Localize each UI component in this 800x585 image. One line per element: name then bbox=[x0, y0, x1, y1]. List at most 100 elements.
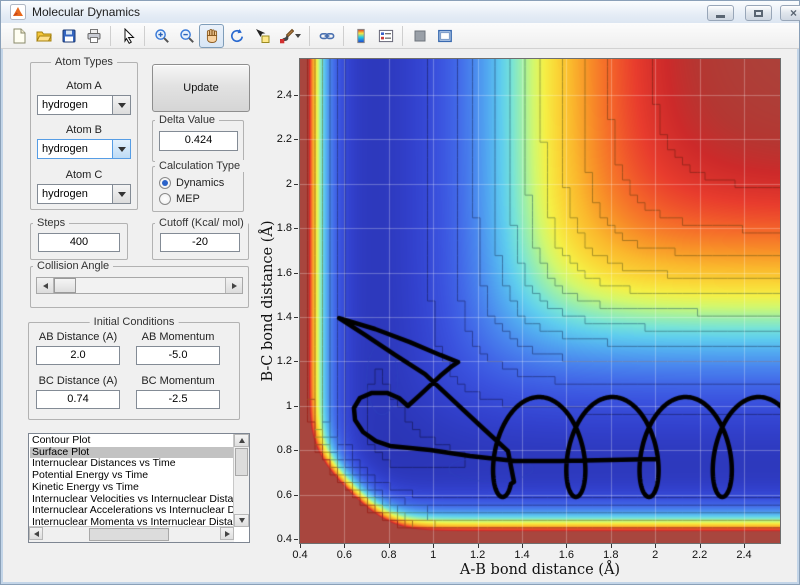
atom-b-label: Atom B bbox=[65, 124, 103, 136]
bc-momentum-field[interactable]: -2.5 bbox=[136, 390, 220, 409]
y-tick bbox=[294, 450, 298, 451]
slider-right-arrow[interactable] bbox=[225, 278, 242, 293]
atom-a-combo[interactable]: hydrogen bbox=[37, 95, 131, 115]
edit-plot-arrow-icon bbox=[124, 27, 135, 44]
x-tick-label: 1.8 bbox=[603, 549, 619, 561]
hide-plot-tools-icon bbox=[414, 30, 425, 41]
y-tick bbox=[294, 139, 298, 140]
open-file-icon bbox=[35, 31, 52, 41]
cutoff-title: Cutoff (Kcal/ mol) bbox=[155, 217, 248, 229]
y-tick bbox=[294, 95, 298, 96]
data-cursor-icon bbox=[255, 28, 269, 43]
y-tick bbox=[294, 184, 298, 185]
chevron-down-icon[interactable] bbox=[112, 95, 131, 115]
new-figure-button[interactable] bbox=[6, 24, 31, 48]
bc-momentum-label: BC Momentum bbox=[141, 375, 215, 387]
x-tick bbox=[478, 544, 479, 548]
ab-momentum-field[interactable]: -5.0 bbox=[136, 346, 220, 365]
chevron-down-icon[interactable] bbox=[295, 33, 301, 38]
maximize-icon bbox=[754, 10, 763, 17]
data-cursor-button[interactable] bbox=[249, 24, 274, 48]
slider-left-arrow[interactable] bbox=[37, 278, 54, 293]
rotate-3d-button[interactable] bbox=[224, 24, 249, 48]
x-tick-label: 2.4 bbox=[736, 549, 752, 561]
matlab-figure-icon bbox=[10, 4, 26, 20]
scroll-up-icon[interactable] bbox=[234, 434, 249, 447]
horizontal-scrollbar[interactable] bbox=[29, 526, 234, 542]
pan-hand-button[interactable] bbox=[199, 23, 224, 48]
atom-c-value: hydrogen bbox=[37, 184, 112, 204]
radio-mep[interactable]: MEP bbox=[159, 193, 200, 205]
ab-distance-field[interactable]: 2.0 bbox=[36, 346, 120, 365]
y-tick bbox=[294, 539, 298, 540]
y-tick-label: 0.8 bbox=[276, 444, 292, 457]
window-title: Molecular Dynamics bbox=[32, 5, 141, 19]
zoom-out-button[interactable] bbox=[174, 24, 199, 48]
plot-type-list-rows: Contour Plot Surface Plot Internuclear Dis… bbox=[30, 435, 233, 526]
chevron-down-icon[interactable] bbox=[112, 184, 131, 204]
ab-momentum-label: AB Momentum bbox=[141, 331, 215, 343]
cutoff-field[interactable]: -20 bbox=[160, 233, 240, 252]
list-item[interactable]: Internuclear Momenta vs Internuclear Dis… bbox=[30, 516, 233, 526]
app-window: Molecular Dynamics × Atom Types Atom A h… bbox=[0, 0, 800, 585]
x-tick-label: 1.6 bbox=[558, 549, 575, 561]
x-tick-label: 0.8 bbox=[381, 549, 397, 561]
initial-conditions-title: Initial Conditions bbox=[89, 316, 179, 328]
x-tick-label: 1.4 bbox=[514, 549, 530, 561]
save-figure-button[interactable] bbox=[56, 24, 81, 48]
hscroll-thumb[interactable] bbox=[89, 528, 169, 541]
atom-b-combo[interactable]: hydrogen bbox=[37, 139, 131, 159]
list-item[interactable]: Kinetic Energy vs Time bbox=[30, 481, 233, 494]
collision-angle-slider[interactable] bbox=[36, 277, 243, 294]
y-tick bbox=[294, 273, 298, 274]
maximize-button[interactable] bbox=[745, 5, 772, 21]
vscroll-thumb[interactable] bbox=[235, 448, 248, 476]
atom-c-combo[interactable]: hydrogen bbox=[37, 184, 131, 204]
link-plots-button[interactable] bbox=[314, 24, 339, 48]
x-tick bbox=[433, 544, 434, 548]
minimize-button[interactable] bbox=[707, 5, 734, 21]
figure-toolbar bbox=[1, 23, 799, 49]
brush-data-button[interactable] bbox=[274, 24, 305, 48]
delta-value-field[interactable]: 0.424 bbox=[159, 131, 238, 151]
edit-plot-arrow-button[interactable] bbox=[115, 24, 140, 48]
calculation-type-title: Calculation Type bbox=[155, 160, 245, 172]
y-tick bbox=[294, 495, 298, 496]
print-figure-icon bbox=[87, 28, 100, 43]
x-axis-label: A-B bond distance (Å) bbox=[459, 562, 621, 578]
bc-distance-field[interactable]: 0.74 bbox=[36, 390, 120, 409]
steps-field[interactable]: 400 bbox=[38, 233, 120, 252]
show-plot-tools-button[interactable] bbox=[432, 24, 457, 48]
scroll-left-icon[interactable] bbox=[29, 527, 43, 540]
x-tick-label: 0.6 bbox=[336, 549, 353, 561]
link-plots-icon bbox=[319, 32, 334, 39]
close-button[interactable]: × bbox=[780, 5, 800, 21]
y-tick bbox=[294, 228, 298, 229]
y-tick-label: 0.4 bbox=[276, 533, 292, 545]
open-file-button[interactable] bbox=[31, 24, 56, 48]
zoom-in-icon bbox=[154, 28, 169, 43]
insert-legend-button[interactable] bbox=[373, 24, 398, 48]
y-tick-label: 1 bbox=[285, 399, 292, 412]
pes-contour-plot[interactable] bbox=[300, 59, 780, 543]
scroll-right-icon[interactable] bbox=[220, 527, 234, 540]
atom-a-value: hydrogen bbox=[37, 95, 112, 115]
radio-dynamics[interactable]: Dynamics bbox=[159, 177, 224, 189]
hide-plot-tools-button[interactable] bbox=[407, 24, 432, 48]
scroll-down-icon[interactable] bbox=[234, 514, 249, 527]
update-button[interactable]: Update bbox=[152, 64, 250, 112]
minimize-icon bbox=[716, 15, 725, 18]
chevron-down-icon[interactable] bbox=[112, 139, 131, 159]
plot-type-listbox[interactable]: Contour Plot Surface Plot Internuclear Dis… bbox=[28, 433, 250, 543]
x-tick-label: 0.4 bbox=[292, 549, 308, 561]
steps-title: Steps bbox=[33, 217, 70, 229]
list-item[interactable]: Contour Plot bbox=[30, 435, 233, 447]
insert-colorbar-button[interactable] bbox=[348, 24, 373, 48]
zoom-in-button[interactable] bbox=[149, 24, 174, 48]
print-figure-button[interactable] bbox=[81, 24, 106, 48]
vertical-scrollbar[interactable] bbox=[233, 434, 249, 527]
x-tick bbox=[344, 544, 345, 548]
slider-thumb[interactable] bbox=[54, 278, 76, 293]
radio-mep-label: MEP bbox=[176, 193, 200, 205]
title-bar[interactable]: Molecular Dynamics × bbox=[1, 1, 800, 24]
